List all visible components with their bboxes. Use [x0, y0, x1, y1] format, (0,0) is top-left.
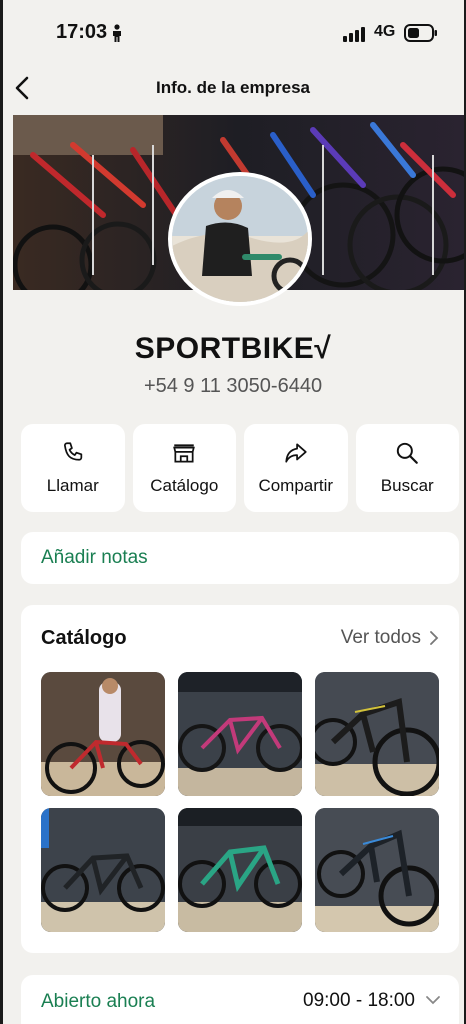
- catalog-item[interactable]: [315, 808, 439, 932]
- search-button-label: Buscar: [380, 476, 434, 495]
- status-time: 17:03: [56, 21, 108, 43]
- bike-photo: [315, 672, 439, 796]
- catalog-item[interactable]: [315, 672, 439, 796]
- catalog-item[interactable]: [178, 672, 302, 796]
- status-bar: 17:03 4G: [0, 0, 466, 62]
- network-label: 4G: [374, 23, 396, 40]
- hours-range: 09:00 - 18:00: [303, 990, 415, 1011]
- bike-photo: [178, 672, 302, 796]
- nav-bar: Info. de la empresa: [0, 66, 466, 112]
- see-all-link[interactable]: Ver todos: [341, 627, 439, 649]
- business-phone[interactable]: +54 9 11 3050-6440: [0, 375, 466, 398]
- add-notes-label: Añadir notas: [41, 547, 148, 568]
- share-button-label: Compartir: [258, 476, 334, 495]
- catalog-item[interactable]: [178, 808, 302, 932]
- open-status: Abierto ahora: [41, 991, 156, 1012]
- page-title: Info. de la empresa: [156, 78, 310, 97]
- signal-icon: [343, 27, 365, 42]
- catalog-button[interactable]: Catálogo: [132, 424, 236, 512]
- business-name: SPORTBIKE√: [134, 332, 332, 365]
- call-button-label: Llamar: [46, 476, 99, 495]
- bike-photo: [178, 808, 302, 932]
- search-button[interactable]: Buscar: [355, 424, 459, 512]
- search-icon: [397, 442, 419, 464]
- phone-icon: [63, 442, 82, 461]
- share-icon: [285, 443, 307, 463]
- chevron-down-icon: [426, 996, 440, 1005]
- catalog-button-label: Catálogo: [150, 476, 219, 495]
- bike-photo: [41, 672, 165, 796]
- screen-edge-left: [0, 0, 3, 1024]
- bike-photo: [315, 808, 439, 932]
- see-all-label: Ver todos: [340, 627, 421, 648]
- catalog-item[interactable]: [41, 808, 165, 932]
- bike-photo: [41, 808, 165, 932]
- call-button[interactable]: Llamar: [21, 424, 125, 512]
- action-bar: Llamar Catálogo Compartir Buscar: [21, 424, 459, 512]
- catalog-section: Catálogo Ver todos: [21, 605, 459, 953]
- battery-icon: [404, 24, 437, 42]
- add-notes-row[interactable]: Añadir notas: [21, 532, 459, 584]
- profile-avatar[interactable]: [168, 172, 312, 306]
- person-icon: [113, 24, 121, 42]
- catalog-title: Catálogo: [41, 627, 127, 649]
- share-button[interactable]: Compartir: [244, 424, 348, 512]
- catalog-item[interactable]: [41, 672, 165, 796]
- avatar-image: [172, 176, 308, 302]
- store-icon: [173, 444, 196, 463]
- hours-row[interactable]: Abierto ahora 09:00 - 18:00: [21, 975, 459, 1024]
- chevron-right-icon: [430, 631, 439, 645]
